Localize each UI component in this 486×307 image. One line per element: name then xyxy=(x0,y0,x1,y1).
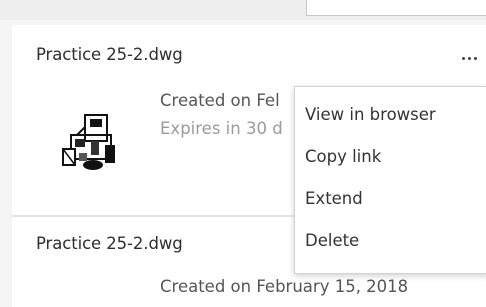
search-input[interactable] xyxy=(306,0,486,16)
more-dot-icon xyxy=(474,57,477,60)
menu-item-extend[interactable]: Extend xyxy=(305,189,363,208)
created-date: Created on February 15, 2018 xyxy=(160,277,409,296)
menu-item-view-in-browser[interactable]: View in browser xyxy=(305,105,436,124)
expiry-note: Expires in 30 d xyxy=(160,119,283,138)
context-menu: View in browser Copy link Extend Delete xyxy=(294,86,486,274)
menu-item-delete[interactable]: Delete xyxy=(305,231,359,250)
more-dot-icon xyxy=(468,57,471,60)
file-name: Practice 25-2.dwg xyxy=(36,45,183,64)
drawing-thumbnail xyxy=(57,107,127,177)
more-options-button[interactable] xyxy=(458,47,482,67)
more-dot-icon xyxy=(462,57,465,60)
menu-item-copy-link[interactable]: Copy link xyxy=(305,147,381,166)
file-name: Practice 25-2.dwg xyxy=(36,234,183,253)
created-date: Created on Fel xyxy=(160,91,280,110)
